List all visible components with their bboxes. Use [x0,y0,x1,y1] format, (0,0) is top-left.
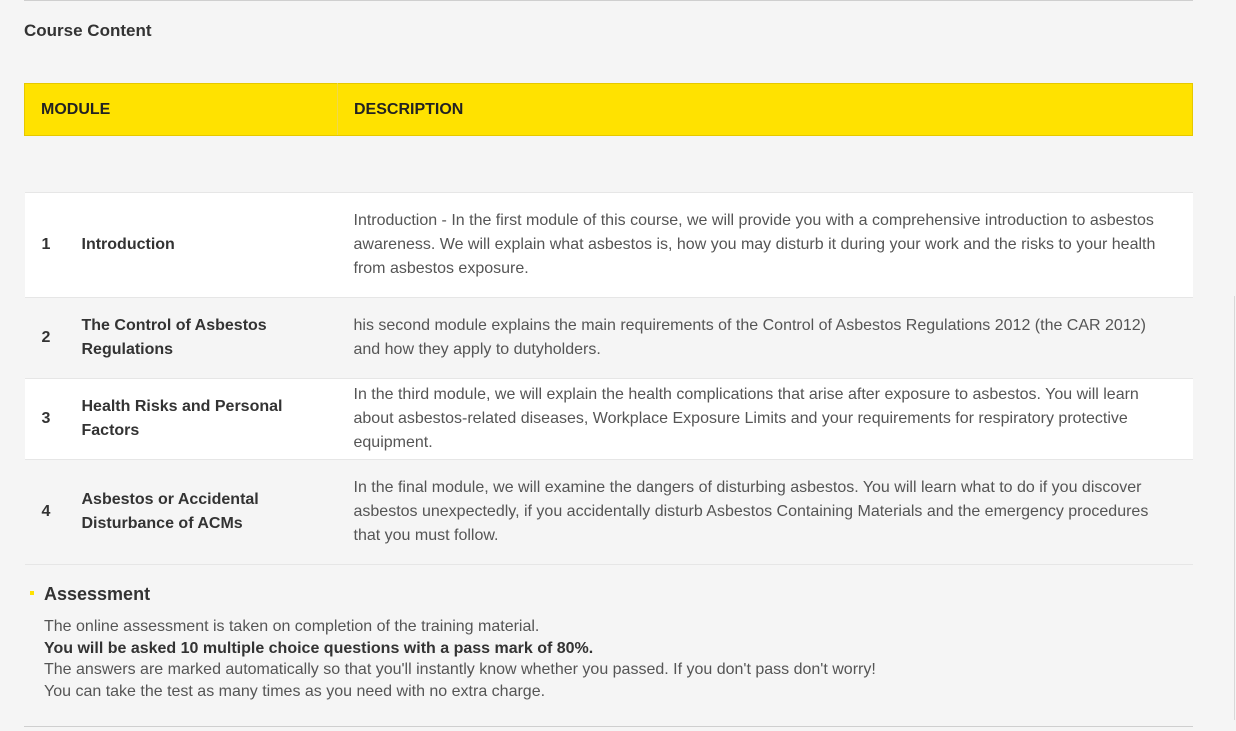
assessment-line: You can take the test as many times as y… [44,682,546,700]
module-description: In the third module, we will explain the… [337,378,1193,460]
table-row: 1 Introduction Introduction - In the fir… [24,192,1193,298]
assessment-line: The online assessment is taken on comple… [44,618,540,635]
module-number: 4 [41,503,51,520]
table-row: 3 Health Risks and Personal Factors In t… [24,378,1193,460]
empty-cell [24,135,338,193]
table-row: 2 The Control of Asbestos Regulations hi… [24,297,1193,379]
bullet-icon [30,591,34,595]
module-name: Asbestos or Accidental Disturbance of AC… [81,491,259,532]
module-number: 3 [41,410,51,427]
module-number: 2 [41,329,51,346]
module-name: Health Risks and Personal Factors [81,398,283,439]
module-cell: 1 Introduction [24,192,338,298]
scrollbar-edge [1234,296,1235,720]
module-description: In the final module, we will examine the… [337,459,1193,565]
course-content-page: Course Content MODULE DESCRIPTION 1 Intr… [0,0,1236,731]
section-title: Course Content [24,21,152,40]
module-cell: 3 Health Risks and Personal Factors [24,378,338,460]
table-header-row: MODULE DESCRIPTION [24,83,1193,136]
module-cell: 4 Asbestos or Accidental Disturbance of … [24,459,338,565]
module-name: Introduction [81,236,175,253]
header-module: MODULE [24,83,338,136]
header-description: DESCRIPTION [337,83,1193,136]
top-divider [24,0,1193,1]
module-description: his second module explains the main requ… [337,297,1193,379]
bottom-divider [24,726,1193,727]
empty-row [24,135,1193,193]
assessment-text: The online assessment is taken on comple… [44,616,876,702]
course-modules-table: MODULE DESCRIPTION 1 Introduction Introd… [24,83,1193,565]
assessment-title: Assessment [44,584,151,604]
module-cell: 2 The Control of Asbestos Regulations [24,297,338,379]
empty-cell [337,135,1193,193]
assessment-line: The answers are marked automatically so … [44,661,876,678]
module-number: 1 [41,236,51,253]
table-row: 4 Asbestos or Accidental Disturbance of … [24,459,1193,565]
module-description: Introduction - In the first module of th… [337,192,1193,298]
module-name: The Control of Asbestos Regulations [81,317,267,358]
assessment-pass-mark: You will be asked 10 multiple choice que… [44,639,594,657]
